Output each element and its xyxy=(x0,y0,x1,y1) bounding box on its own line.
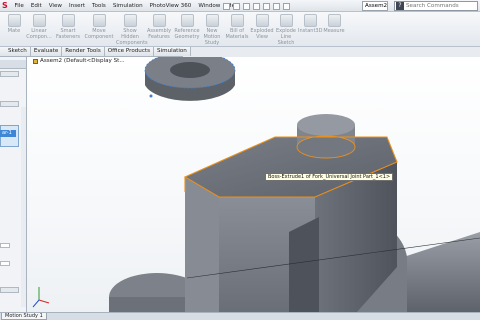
show-hidden-button[interactable]: Show Hidden Components xyxy=(116,14,148,46)
search-box[interactable]: ? xyxy=(394,1,478,11)
selected-item[interactable]: ar-1 xyxy=(0,130,16,137)
feature-tree-label: Assem2 (Default<Display St... xyxy=(40,58,125,64)
assembly-icon xyxy=(33,58,38,64)
mate-button[interactable]: Mate xyxy=(2,14,26,46)
panel-tab-strip[interactable] xyxy=(0,60,26,69)
tab-evaluate[interactable]: Evaluate xyxy=(30,47,63,56)
panel-collapse-button[interactable] xyxy=(0,71,19,77)
undo-icon[interactable] xyxy=(263,2,270,10)
menu-tools[interactable]: Tools xyxy=(89,0,110,12)
selection-tooltip: Boss-Extrude1 of Fork_Universal Joint Pa… xyxy=(265,173,394,181)
reference-geometry-icon xyxy=(180,14,194,27)
assembly-model[interactable] xyxy=(27,57,480,312)
exploded-view-button[interactable]: Exploded View xyxy=(250,14,274,46)
measure-button[interactable]: Measure xyxy=(323,14,345,46)
menu-file[interactable]: File xyxy=(11,0,27,12)
menu-edit[interactable]: Edit xyxy=(27,0,45,12)
command-tabs: Sketch Evaluate Render Tools Office Prod… xyxy=(0,47,191,57)
linear-pattern-button[interactable]: Linear Compon... xyxy=(26,14,52,46)
panel-section-header[interactable] xyxy=(0,101,19,107)
menu-view[interactable]: View xyxy=(45,0,65,12)
view-triad-icon xyxy=(32,287,50,308)
solidworks-logo-icon: S xyxy=(2,1,8,10)
new-document-icon[interactable] xyxy=(223,2,230,10)
graphics-area[interactable]: Assem2 (Default<Display St... Boss-Extru… xyxy=(27,57,480,312)
search-input[interactable] xyxy=(404,2,476,10)
reference-geometry-button[interactable]: Reference Geometry xyxy=(173,14,201,46)
fork-part[interactable] xyxy=(183,114,398,312)
feature-tree-root[interactable]: Assem2 (Default<Display St... xyxy=(33,58,125,64)
smart-fasteners-icon xyxy=(61,14,75,27)
document-title: Assem2 xyxy=(362,1,388,11)
menu-simulation[interactable]: Simulation xyxy=(109,0,146,12)
select-icon[interactable] xyxy=(273,2,280,10)
property-manager-panel: ar-1 xyxy=(0,57,27,312)
panel-field-1[interactable] xyxy=(0,243,10,248)
mate-icon xyxy=(7,14,21,27)
menu-insert[interactable]: Insert xyxy=(66,0,89,12)
save-icon[interactable] xyxy=(243,2,250,10)
collar-part[interactable] xyxy=(144,57,236,101)
explode-line-sketch-icon xyxy=(279,14,293,27)
assembly-features-icon xyxy=(152,14,166,27)
assembly-features-button[interactable]: Assembly Features xyxy=(146,14,172,46)
tab-render-tools[interactable]: Render Tools xyxy=(62,47,105,56)
measure-icon xyxy=(327,14,341,27)
rebuild-icon[interactable] xyxy=(283,2,290,10)
panel-section-footer[interactable] xyxy=(0,287,19,293)
bill-of-materials-icon xyxy=(230,14,244,27)
command-manager: Mate Linear Compon... Smart Fasteners Mo… xyxy=(0,12,480,47)
new-motion-study-button[interactable]: New Motion Study xyxy=(201,14,223,46)
new-motion-study-icon xyxy=(205,14,219,27)
menu-items: File Edit View Insert Tools Simulation P… xyxy=(11,0,244,12)
menu-window[interactable]: Window xyxy=(195,0,224,12)
exploded-view-icon xyxy=(255,14,269,27)
move-component-icon xyxy=(92,14,106,27)
open-icon[interactable] xyxy=(233,2,240,10)
menu-photoview[interactable]: PhotoView 360 xyxy=(146,0,195,12)
panel-scrollbar[interactable] xyxy=(21,107,26,307)
show-hidden-icon xyxy=(123,14,137,27)
instant3d-button[interactable]: Instant3D xyxy=(298,14,322,46)
instant3d-icon xyxy=(303,14,317,27)
bill-of-materials-button[interactable]: Bill of Materials xyxy=(224,14,250,46)
move-component-button[interactable]: Move Component xyxy=(84,14,114,46)
menu-bar: S File Edit View Insert Tools Simulation… xyxy=(0,0,480,12)
explode-line-sketch-button[interactable]: Explode Line Sketch xyxy=(274,14,298,46)
tab-motion-study[interactable]: Motion Study 1 xyxy=(1,313,47,320)
quick-access-toolbar xyxy=(223,1,290,11)
tab-office-products[interactable]: Office Products xyxy=(104,47,155,56)
smart-fasteners-button[interactable]: Smart Fasteners xyxy=(54,14,82,46)
search-icon[interactable]: ? xyxy=(396,2,404,10)
linear-pattern-icon xyxy=(32,14,46,27)
panel-field-2[interactable] xyxy=(0,261,10,266)
tab-simulation[interactable]: Simulation xyxy=(154,47,191,56)
bottom-tab-bar: Motion Study 1 xyxy=(0,312,480,320)
tab-sketch[interactable]: Sketch xyxy=(0,47,31,56)
print-icon[interactable] xyxy=(253,2,260,10)
